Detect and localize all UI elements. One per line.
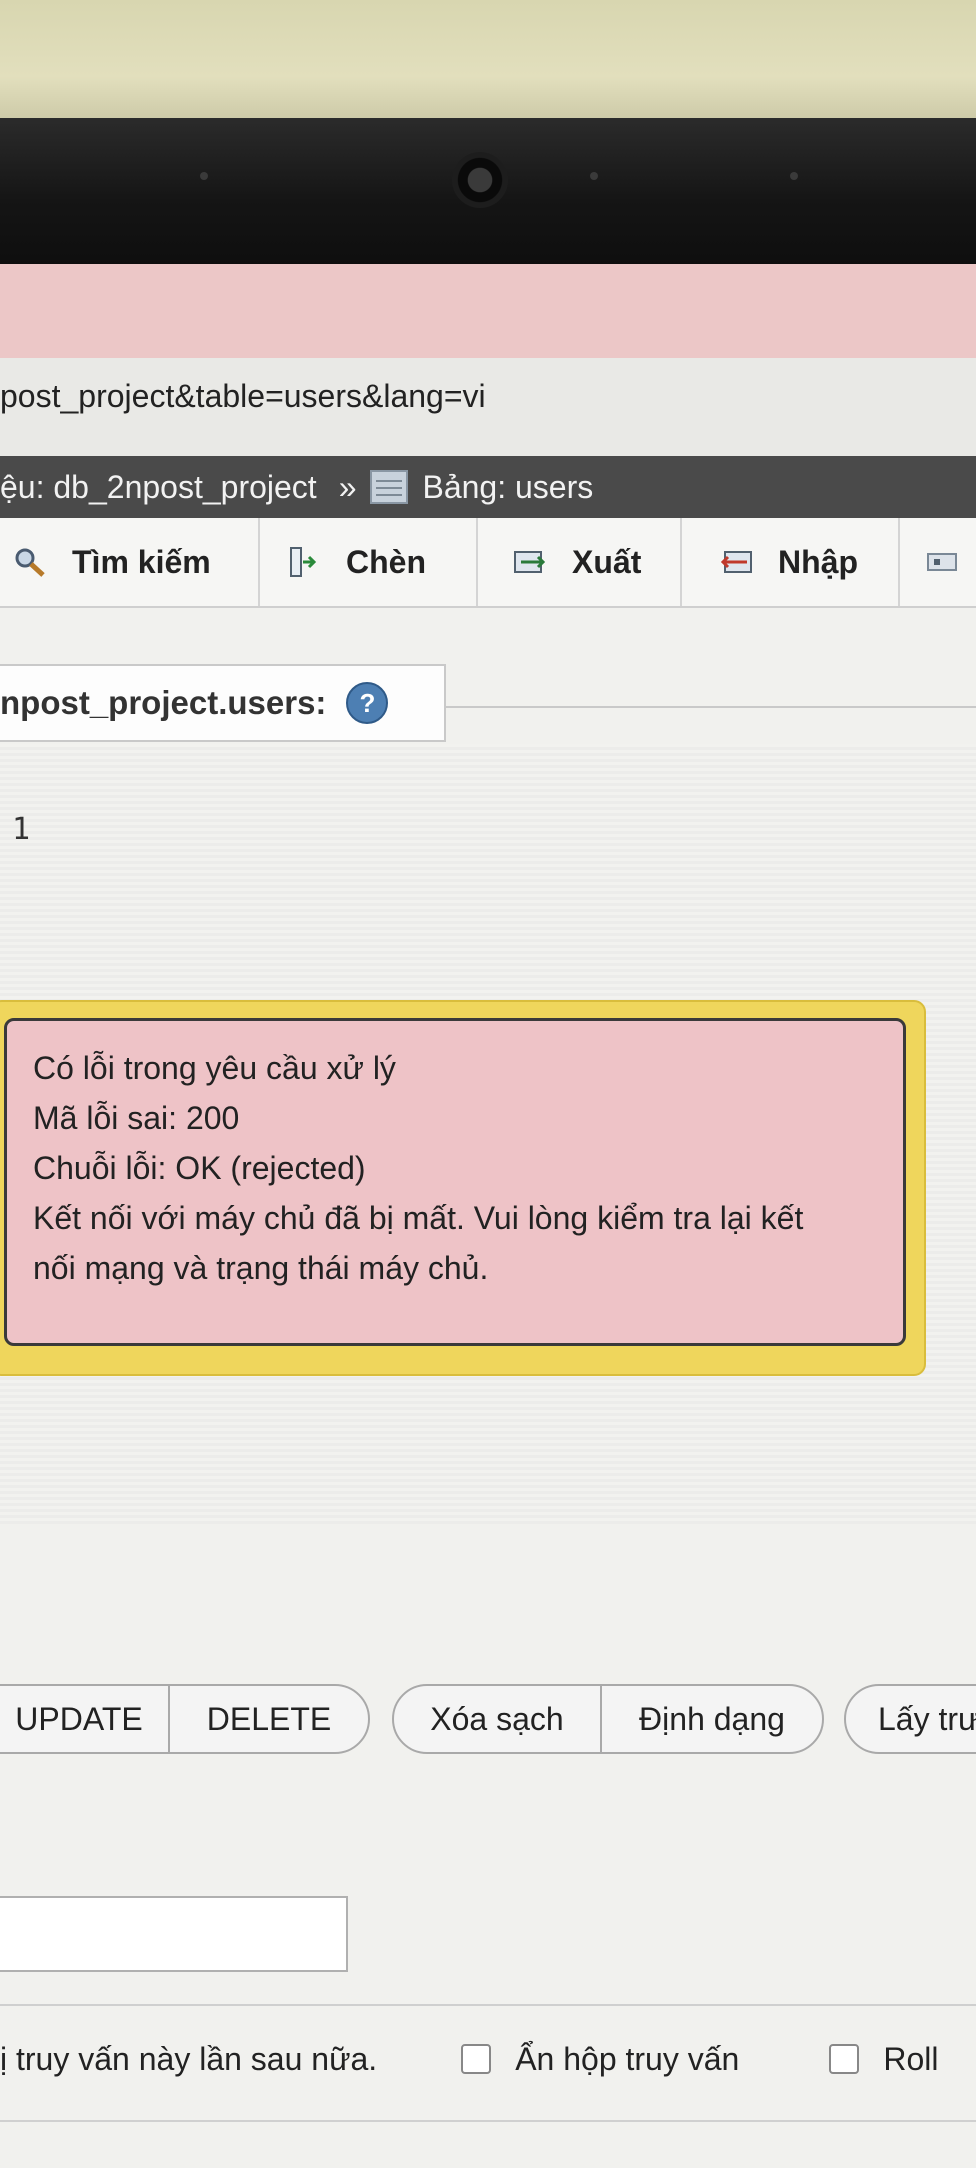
toolbar: Tìm kiếm Chèn Xuất Nhập [0, 518, 976, 608]
wall-background [0, 0, 976, 128]
bookmark-input[interactable] [0, 1896, 348, 1972]
sql-heading-text: npost_project.users: [0, 684, 327, 721]
tab-export[interactable]: Xuất [478, 518, 682, 606]
get-auto-saved-button[interactable]: Lấy trư [844, 1684, 976, 1754]
operations-icon [926, 546, 960, 578]
search-icon [12, 546, 48, 578]
retain-query-label: ị truy vấn này lần sau nữa. [0, 2040, 378, 2077]
webcam [452, 152, 508, 208]
insert-icon [286, 546, 322, 578]
help-icon[interactable]: ? [346, 682, 389, 724]
hide-query-box-label[interactable]: Ẩn hộp truy vấn [515, 2041, 739, 2078]
error-string: Chuỗi lỗi: OK (rejected) [33, 1150, 366, 1186]
divider [0, 2120, 976, 2122]
tab-insert[interactable]: Chèn [260, 518, 478, 606]
format-button[interactable]: Định dạng [600, 1684, 824, 1754]
import-icon [718, 546, 754, 578]
url-text[interactable]: post_project&table=users&lang=vi [0, 378, 486, 415]
error-dialog: Có lỗi trong yêu cầu xử lý Mã lỗi sai: 2… [4, 1018, 906, 1346]
hide-query-box-checkbox[interactable] [461, 2044, 492, 2074]
error-title: Có lỗi trong yêu cầu xử lý [33, 1050, 396, 1086]
divider [0, 2004, 976, 2006]
tab-insert-label: Chèn [346, 543, 426, 580]
tab-export-label: Xuất [572, 543, 642, 580]
breadcrumb-table[interactable]: Bảng: users [422, 469, 593, 506]
error-message-cont: nối mạng và trạng thái máy chủ. [33, 1250, 489, 1286]
bezel-sensor [200, 172, 208, 180]
update-button[interactable]: UPDATE [0, 1684, 170, 1754]
tab-search-label: Tìm kiếm [72, 543, 211, 580]
fieldset-border [446, 706, 976, 708]
breadcrumb-separator: » [338, 468, 357, 505]
browser-tab-strip [0, 264, 976, 358]
line-number: 1 [12, 812, 31, 847]
export-icon [512, 546, 548, 578]
sql-query-heading: npost_project.users: ? [0, 664, 446, 742]
tab-more[interactable] [900, 518, 976, 606]
bezel-sensor [590, 172, 598, 180]
breadcrumb: ệu: db_2npost_project » Bảng: users [0, 456, 976, 518]
tab-search[interactable]: Tìm kiếm [0, 518, 260, 606]
tab-import[interactable]: Nhập [682, 518, 900, 606]
bezel-sensor [790, 172, 798, 180]
screen: post_project&table=users&lang=vi ệu: db_… [0, 264, 976, 2168]
table-icon [370, 470, 409, 504]
breadcrumb-database[interactable]: ệu: db_2npost_project [0, 469, 317, 506]
error-code: Mã lỗi sai: 200 [33, 1100, 240, 1136]
delete-button[interactable]: DELETE [168, 1684, 370, 1754]
tab-import-label: Nhập [778, 543, 858, 580]
error-message: Kết nối với máy chủ đã bị mất. Vui lòng … [33, 1200, 804, 1236]
rollback-label[interactable]: Roll [883, 2041, 938, 2078]
options-row: ị truy vấn này lần sau nữa. Ẩn hộp truy … [0, 2032, 976, 2086]
clear-button[interactable]: Xóa sạch [392, 1684, 602, 1754]
rollback-checkbox[interactable] [829, 2044, 860, 2074]
